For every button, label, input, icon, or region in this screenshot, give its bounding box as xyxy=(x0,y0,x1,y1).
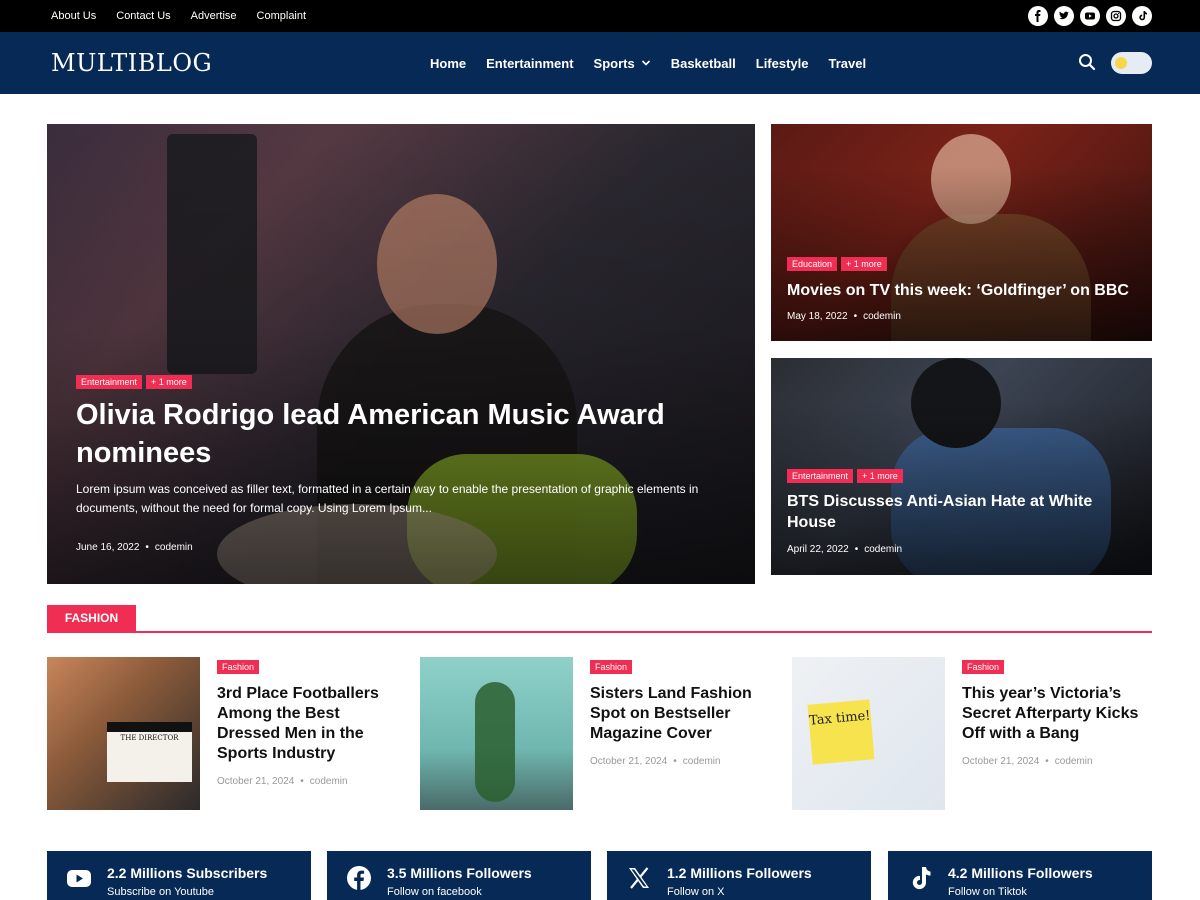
about-us-link[interactable]: About Us xyxy=(51,10,96,22)
post-date: June 16, 2022 xyxy=(76,542,140,553)
nav-lifestyle[interactable]: Lifestyle xyxy=(756,56,809,71)
post-title[interactable]: BTS Discusses Anti-Asian Hate at White H… xyxy=(787,491,1137,533)
post-meta: October 21, 2024 • codemin xyxy=(590,756,721,767)
follower-count: 1.2 Millions Followers xyxy=(667,865,812,881)
fashion-post[interactable]: THE DIRECTOR Fashion 3rd Place Footballe… xyxy=(47,657,407,810)
subscriber-count: 2.2 Millions Subscribers xyxy=(107,865,268,881)
site-logo[interactable]: MULTIBLOG xyxy=(51,32,212,94)
hero-meta: June 16, 2022 • codemin xyxy=(76,542,193,553)
tiktok-icon[interactable] xyxy=(1132,6,1152,26)
complaint-link[interactable]: Complaint xyxy=(257,10,307,22)
post-author[interactable]: codemin xyxy=(1055,756,1093,767)
nav-travel[interactable]: Travel xyxy=(829,56,867,71)
top-links: About Us Contact Us Advertise Complaint xyxy=(51,0,306,32)
top-bar: About Us Contact Us Advertise Complaint xyxy=(0,0,1200,32)
more-tags[interactable]: + 1 more xyxy=(841,257,887,271)
site-header: MULTIBLOG Home Entertainment Sports Bask… xyxy=(0,32,1200,94)
tile-label: Subscribe on Youtube xyxy=(107,886,215,898)
youtube-icon xyxy=(67,870,91,887)
social-links xyxy=(1028,6,1152,26)
tile-label: Follow on facebook xyxy=(387,886,482,898)
post-thumbnail[interactable] xyxy=(420,657,573,810)
clapperboard-image: THE DIRECTOR xyxy=(107,722,192,782)
facebook-icon xyxy=(347,866,371,890)
side-post[interactable]: Education + 1 more Movies on TV this wee… xyxy=(771,124,1152,341)
post-meta: April 22, 2022 • codemin xyxy=(787,544,903,555)
fashion-section-header: FASHION xyxy=(47,605,1152,633)
category-tag[interactable]: Fashion xyxy=(962,660,1005,674)
tiktok-icon xyxy=(912,867,931,890)
contact-us-link[interactable]: Contact Us xyxy=(116,10,170,22)
category-tag[interactable]: Fashion xyxy=(590,660,633,674)
tile-label: Follow on Tiktok xyxy=(948,886,1027,898)
post-date: October 21, 2024 xyxy=(217,776,295,787)
x-icon xyxy=(629,867,649,889)
hero-tags: Entertainment + 1 more xyxy=(76,375,192,389)
nav-basketball[interactable]: Basketball xyxy=(671,56,736,71)
post-author[interactable]: codemin xyxy=(863,311,901,322)
follower-count: 4.2 Millions Followers xyxy=(948,865,1093,881)
theme-toggle[interactable] xyxy=(1111,52,1152,74)
fashion-post[interactable]: Fashion Sisters Land Fashion Spot on Bes… xyxy=(420,657,780,810)
post-title[interactable]: 3rd Place Footballers Among the Best Dre… xyxy=(217,684,407,764)
tile-label: Follow on X xyxy=(667,886,725,898)
sun-icon xyxy=(1115,57,1127,69)
post-author[interactable]: codemin xyxy=(155,542,193,553)
category-tag[interactable]: Entertainment xyxy=(76,375,143,389)
post-tags: Entertainment + 1 more xyxy=(787,469,903,483)
more-tags[interactable]: + 1 more xyxy=(146,375,192,389)
hero-excerpt: Lorem ipsum was conceived as filler text… xyxy=(76,482,699,515)
facebook-tile[interactable]: 3.5 Millions Followers Follow on faceboo… xyxy=(327,851,591,900)
youtube-icon[interactable] xyxy=(1080,6,1100,26)
nav-entertainment[interactable]: Entertainment xyxy=(486,56,573,71)
post-meta: May 18, 2022 • codemin xyxy=(787,311,901,322)
post-title[interactable]: Movies on TV this week: ‘Goldfinger’ on … xyxy=(787,280,1137,301)
post-date: October 21, 2024 xyxy=(962,756,1040,767)
more-tags[interactable]: + 1 more xyxy=(857,469,903,483)
hero-title[interactable]: Olivia Rodrigo lead American Music Award… xyxy=(76,396,696,472)
post-title[interactable]: Sisters Land Fashion Spot on Bestseller … xyxy=(590,684,780,744)
nav-sports-label: Sports xyxy=(593,55,635,71)
nav-sports[interactable]: Sports xyxy=(594,56,651,71)
chevron-down-icon xyxy=(641,60,650,66)
post-tags: Education + 1 more xyxy=(787,257,887,271)
nav-home[interactable]: Home xyxy=(430,56,466,71)
category-tag[interactable]: Entertainment xyxy=(787,469,854,483)
youtube-tile[interactable]: 2.2 Millions Subscribers Subscribe on Yo… xyxy=(47,851,311,900)
post-author[interactable]: codemin xyxy=(683,756,721,767)
post-date: April 22, 2022 xyxy=(787,544,849,555)
post-thumbnail[interactable]: THE DIRECTOR xyxy=(47,657,200,810)
category-tag[interactable]: Education xyxy=(787,257,838,271)
search-icon[interactable] xyxy=(1078,53,1096,71)
post-meta: October 21, 2024 • codemin xyxy=(217,776,348,787)
section-title[interactable]: FASHION xyxy=(47,605,136,631)
hero-post[interactable]: Entertainment + 1 more Olivia Rodrigo le… xyxy=(47,124,755,584)
post-author[interactable]: codemin xyxy=(864,544,902,555)
follower-count: 3.5 Millions Followers xyxy=(387,865,532,881)
side-post[interactable]: Entertainment + 1 more BTS Discusses Ant… xyxy=(771,358,1152,575)
tiktok-tile[interactable]: 4.2 Millions Followers Follow on Tiktok xyxy=(888,851,1152,900)
tax-note-image: Tax time! xyxy=(807,699,875,765)
facebook-icon[interactable] xyxy=(1028,6,1048,26)
advertise-link[interactable]: Advertise xyxy=(191,10,237,22)
post-thumbnail[interactable]: Tax time! xyxy=(792,657,945,810)
model-image xyxy=(475,682,515,802)
post-date: May 18, 2022 xyxy=(787,311,848,322)
instagram-icon[interactable] xyxy=(1106,6,1126,26)
post-meta: October 21, 2024 • codemin xyxy=(962,756,1093,767)
fashion-post[interactable]: Tax time! Fashion This year’s Victoria’s… xyxy=(792,657,1152,810)
post-title[interactable]: This year’s Victoria’s Secret Afterparty… xyxy=(962,684,1152,744)
post-date: October 21, 2024 xyxy=(590,756,668,767)
post-author[interactable]: codemin xyxy=(310,776,348,787)
x-tile[interactable]: 1.2 Millions Followers Follow on X xyxy=(607,851,871,900)
main-nav: Home Entertainment Sports Basketball Lif… xyxy=(430,32,866,94)
twitter-icon[interactable] xyxy=(1054,6,1074,26)
category-tag[interactable]: Fashion xyxy=(217,660,260,674)
